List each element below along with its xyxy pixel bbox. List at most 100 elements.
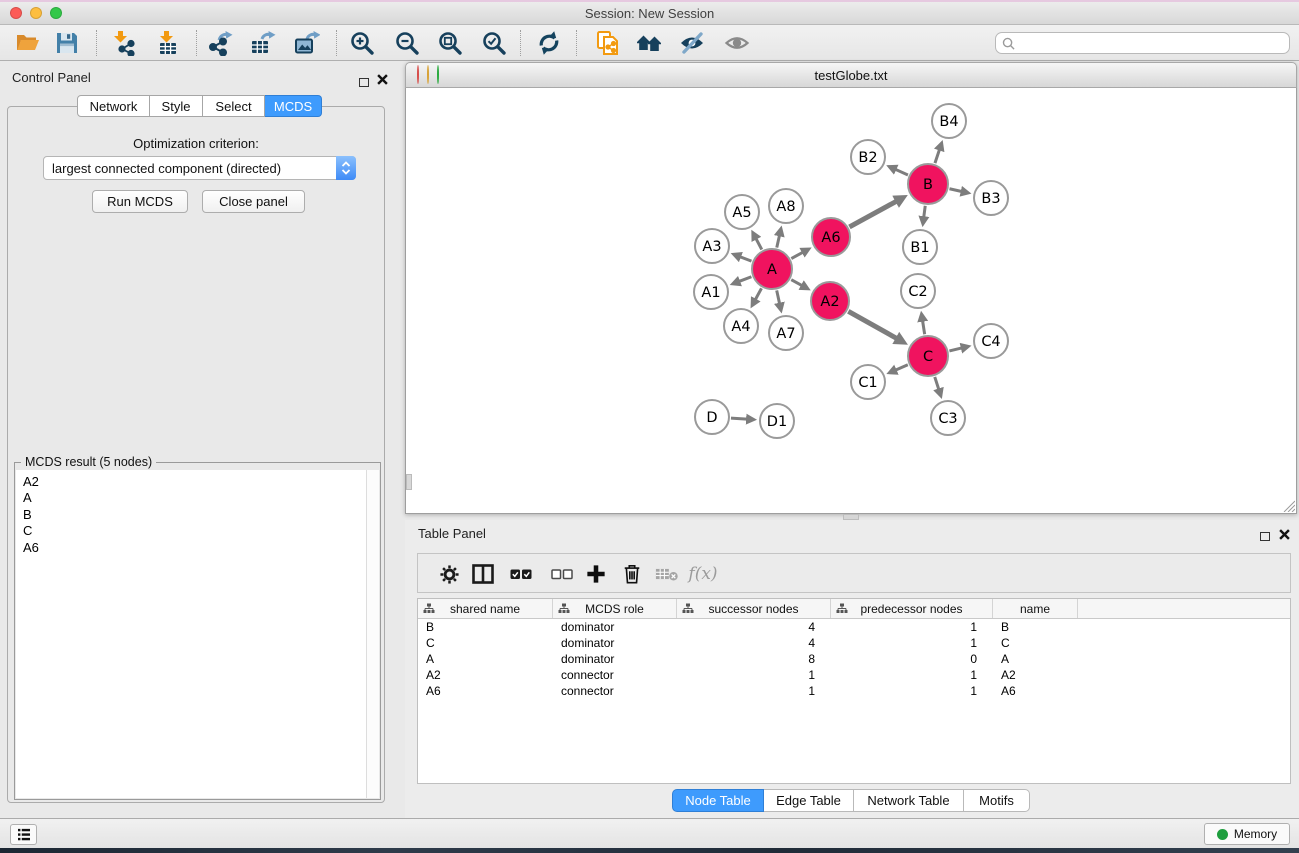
show-hide-panel-button[interactable] <box>722 28 752 58</box>
cell-shared-name[interactable]: A2 <box>418 667 553 683</box>
graph-edge-B-B2[interactable] <box>895 169 908 175</box>
graph-node-A8[interactable]: A8 <box>769 189 803 223</box>
memory-button[interactable]: Memory <box>1204 823 1290 845</box>
cell-MCDS-role[interactable]: dominator <box>553 651 677 667</box>
cell-MCDS-role[interactable]: connector <box>553 683 677 699</box>
graph-node-C3[interactable]: C3 <box>931 401 965 435</box>
graph-edge-A2-C[interactable] <box>848 311 896 338</box>
graph-edge-A-A3[interactable] <box>740 257 751 261</box>
tab-node-table[interactable]: Node Table <box>672 789 764 812</box>
float-panel-icon[interactable] <box>359 74 369 92</box>
graph-node-A5[interactable]: A5 <box>725 195 759 229</box>
graph-edge-B-B3[interactable] <box>949 189 961 192</box>
mcds-result-item[interactable]: A2 <box>23 474 366 490</box>
column-header-shared-name[interactable]: shared name <box>418 599 553 618</box>
close-panel-button[interactable]: Close panel <box>202 190 305 213</box>
cell-name[interactable]: B <box>993 619 1078 635</box>
cell-name[interactable]: A6 <box>993 683 1078 699</box>
mcds-result-item[interactable]: A <box>23 490 366 506</box>
search-input[interactable] <box>1015 36 1289 50</box>
graph-edge-A-A5[interactable] <box>756 239 762 250</box>
cell-name[interactable]: A <box>993 651 1078 667</box>
tab-network[interactable]: Network <box>77 95 150 117</box>
mcds-result-item[interactable]: B <box>23 507 366 523</box>
graph-edge-D-D1[interactable] <box>731 418 747 419</box>
graph-node-B4[interactable]: B4 <box>932 104 966 138</box>
column-header-MCDS-role[interactable]: MCDS role <box>553 599 677 618</box>
add-column-button[interactable] <box>583 562 609 586</box>
mcds-result-list[interactable]: A2ABCA6 <box>16 470 366 798</box>
cell-successor-nodes[interactable]: 1 <box>677 667 831 683</box>
cell-name[interactable]: C <box>993 635 1078 651</box>
graph-edge-C-C3[interactable] <box>935 377 939 390</box>
cell-successor-nodes[interactable]: 8 <box>677 651 831 667</box>
mcds-result-item[interactable]: A6 <box>23 540 366 556</box>
cell-predecessor-nodes[interactable]: 1 <box>831 619 993 635</box>
cell-MCDS-role[interactable]: connector <box>553 667 677 683</box>
graph-edge-B-B4[interactable] <box>935 149 940 163</box>
graph-node-C4[interactable]: C4 <box>974 324 1008 358</box>
column-header-successor-nodes[interactable]: successor nodes <box>677 599 831 618</box>
delete-column-button[interactable] <box>619 562 645 586</box>
cell-shared-name[interactable]: B <box>418 619 553 635</box>
cell-predecessor-nodes[interactable]: 0 <box>831 651 993 667</box>
tab-motifs[interactable]: Motifs <box>964 789 1030 812</box>
zoom-in-button[interactable] <box>347 28 377 58</box>
graph-edge-A-A1[interactable] <box>739 277 751 282</box>
graph-node-C[interactable]: C <box>908 336 948 376</box>
export-image-button[interactable] <box>292 28 322 58</box>
export-network-button[interactable] <box>205 28 235 58</box>
graph-node-C2[interactable]: C2 <box>901 274 935 308</box>
app-titlebar[interactable]: Session: New Session <box>0 2 1299 25</box>
network-canvas[interactable]: B4B2BB3A8A5A6A3B1AC2A1A2A4A7C4CC1C3DD1 <box>405 88 1297 514</box>
graph-node-D[interactable]: D <box>695 400 729 434</box>
column-header-name[interactable]: name <box>993 599 1078 618</box>
export-table-button[interactable] <box>248 28 278 58</box>
mcds-result-item[interactable]: C <box>23 523 366 539</box>
cell-MCDS-role[interactable]: dominator <box>553 635 677 651</box>
graph-node-A[interactable]: A <box>752 249 792 289</box>
mcds-result-scrollbar[interactable] <box>366 470 379 798</box>
zoom-out-button[interactable] <box>392 28 422 58</box>
home-button[interactable] <box>634 28 664 58</box>
graph-edge-A-A7[interactable] <box>777 290 780 303</box>
criterion-dropdown[interactable]: largest connected component (directed) <box>43 156 356 180</box>
graph-node-A1[interactable]: A1 <box>694 275 728 309</box>
cell-shared-name[interactable]: A <box>418 651 553 667</box>
network-window-titlebar[interactable]: testGlobe.txt <box>405 62 1297 88</box>
graph-node-C1[interactable]: C1 <box>851 365 885 399</box>
refresh-button[interactable] <box>534 28 564 58</box>
graph-edge-C-C1[interactable] <box>896 365 908 370</box>
cell-predecessor-nodes[interactable]: 1 <box>831 667 993 683</box>
graph-edge-C-C4[interactable] <box>949 348 961 351</box>
tab-network-table[interactable]: Network Table <box>854 789 964 812</box>
tab-mcds[interactable]: MCDS <box>265 95 322 117</box>
browse-mode-button[interactable] <box>470 562 496 586</box>
select-all-button[interactable] <box>508 562 534 586</box>
graph-node-B2[interactable]: B2 <box>851 140 885 174</box>
cell-MCDS-role[interactable]: dominator <box>553 619 677 635</box>
cell-successor-nodes[interactable]: 4 <box>677 619 831 635</box>
graph-edge-C-C2[interactable] <box>923 321 925 335</box>
deselect-all-button[interactable] <box>549 562 575 586</box>
tab-select[interactable]: Select <box>203 95 265 117</box>
graph-edge-A-A8[interactable] <box>777 235 780 247</box>
cell-predecessor-nodes[interactable]: 1 <box>831 683 993 699</box>
tab-edge-table[interactable]: Edge Table <box>764 789 854 812</box>
graph-edge-A-A2[interactable] <box>791 280 802 286</box>
cell-predecessor-nodes[interactable]: 1 <box>831 635 993 651</box>
column-header-predecessor-nodes[interactable]: predecessor nodes <box>831 599 993 618</box>
close-panel-icon[interactable] <box>377 72 389 84</box>
graph-node-B1[interactable]: B1 <box>903 230 937 264</box>
table-settings-button[interactable] <box>436 562 462 586</box>
close-table-panel-icon[interactable] <box>1279 527 1291 539</box>
cell-name[interactable]: A2 <box>993 667 1078 683</box>
table-row[interactable]: A2connector11A2 <box>418 667 1290 683</box>
table-row[interactable]: Cdominator41C <box>418 635 1290 651</box>
graph-edge-B-B1[interactable] <box>924 206 925 217</box>
clone-network-button[interactable] <box>593 28 623 58</box>
zoom-selected-button[interactable] <box>479 28 509 58</box>
save-session-button[interactable] <box>52 28 82 58</box>
zoom-fit-button[interactable] <box>435 28 465 58</box>
graph-node-A3[interactable]: A3 <box>695 229 729 263</box>
